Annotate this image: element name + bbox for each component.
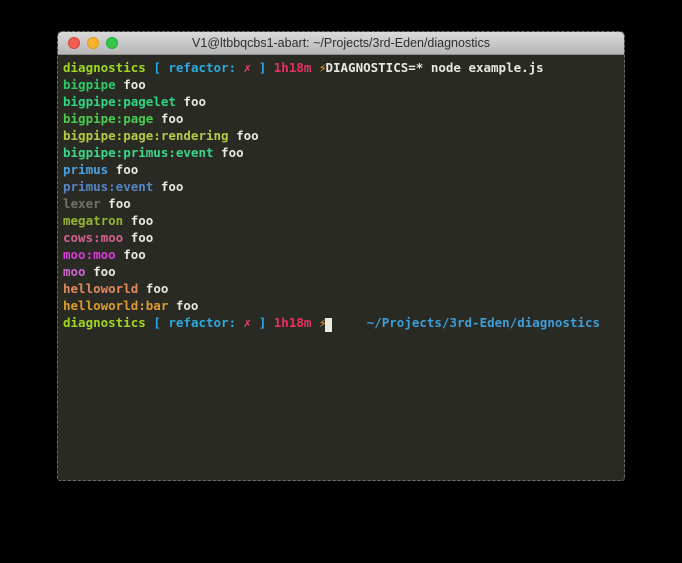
text-segment: ]	[251, 315, 266, 330]
terminal-output[interactable]: diagnostics [ refactor: ✗ ] 1h18m ⚡ DIAGN…	[58, 55, 624, 480]
line-text: helloworld foo	[63, 280, 168, 297]
text-segment: foo	[123, 213, 153, 228]
line-text: megatron foo	[63, 212, 153, 229]
terminal-line: helloworld:bar foo	[63, 297, 619, 314]
text-segment: foo	[123, 230, 153, 245]
line-text: primus:event foo	[63, 178, 183, 195]
text-segment: bigpipe:page:rendering	[63, 128, 229, 143]
text-segment: foo	[116, 77, 146, 92]
traffic-lights	[68, 32, 118, 54]
text-segment: foo	[214, 145, 244, 160]
title-bar[interactable]: V1@ltbbqcbs1-abart: ~/Projects/3rd-Eden/…	[58, 32, 624, 55]
text-segment: [ refactor:	[153, 315, 243, 330]
text-segment: helloworld:bar	[63, 298, 168, 313]
text-segment: foo	[116, 247, 146, 262]
text-segment	[311, 60, 319, 75]
line-text: bigpipe:pagelet foo	[63, 93, 206, 110]
text-segment	[311, 315, 319, 330]
text-segment: cows:moo	[63, 230, 123, 245]
text-segment: [ refactor:	[153, 60, 243, 75]
text-segment: foo	[229, 128, 259, 143]
text-segment: bigpipe	[63, 77, 116, 92]
text-segment: moo	[63, 264, 86, 279]
line-text: moo foo	[63, 263, 116, 280]
terminal-line: bigpipe:page:rendering foo	[63, 127, 619, 144]
terminal-line: bigpipe:page foo	[63, 110, 619, 127]
line-text: bigpipe:page:rendering foo	[63, 127, 259, 144]
cursor	[325, 318, 332, 332]
text-segment: foo	[108, 162, 138, 177]
terminal-line: lexer foo	[63, 195, 619, 212]
minimize-button[interactable]	[87, 37, 99, 49]
text-segment	[266, 60, 274, 75]
text-segment: 1h18m	[274, 60, 312, 75]
window-title: V1@ltbbqcbs1-abart: ~/Projects/3rd-Eden/…	[58, 36, 624, 50]
terminal-line: primus:event foo	[63, 178, 619, 195]
text-segment: lexer	[63, 196, 101, 211]
text-segment: moo:moo	[63, 247, 116, 262]
terminal-line: primus foo	[63, 161, 619, 178]
terminal-line: bigpipe:pagelet foo	[63, 93, 619, 110]
terminal-window: V1@ltbbqcbs1-abart: ~/Projects/3rd-Eden/…	[57, 31, 625, 481]
text-segment: 1h18m	[274, 315, 312, 330]
terminal-line: cows:moo foo	[63, 229, 619, 246]
text-segment: primus	[63, 162, 108, 177]
terminal-line: bigpipe foo	[63, 76, 619, 93]
text-segment: foo	[168, 298, 198, 313]
text-segment: helloworld	[63, 281, 138, 296]
text-segment: DIAGNOSTICS=* node example.js	[325, 60, 543, 75]
text-segment	[266, 315, 274, 330]
text-segment: foo	[153, 179, 183, 194]
line-text: bigpipe:page foo	[63, 110, 183, 127]
text-segment: foo	[101, 196, 131, 211]
terminal-line: moo:moo foo	[63, 246, 619, 263]
line-text: diagnostics [ refactor: ✗ ] 1h18m ⚡	[63, 314, 332, 331]
line-text: helloworld:bar foo	[63, 297, 198, 314]
terminal-line: helloworld foo	[63, 280, 619, 297]
terminal-line: megatron foo	[63, 212, 619, 229]
terminal-line: diagnostics [ refactor: ✗ ] 1h18m ⚡DIAGN…	[63, 59, 619, 76]
text-segment: foo	[153, 111, 183, 126]
zoom-button[interactable]	[106, 37, 118, 49]
line-text: lexer foo	[63, 195, 131, 212]
line-text: bigpipe:primus:event foo	[63, 144, 244, 161]
line-text: primus foo	[63, 161, 138, 178]
text-segment: bigpipe:primus:event	[63, 145, 214, 160]
working-directory-path: ~/Projects/3rd-Eden/diagnostics	[367, 314, 619, 331]
text-segment: bigpipe:pagelet	[63, 94, 176, 109]
terminal-line: moo foo	[63, 263, 619, 280]
text-segment: diagnostics	[63, 60, 146, 75]
text-segment: foo	[138, 281, 168, 296]
line-text: moo:moo foo	[63, 246, 146, 263]
text-segment: ]	[251, 60, 266, 75]
text-segment: foo	[86, 264, 116, 279]
terminal-line: diagnostics [ refactor: ✗ ] 1h18m ⚡ ~/Pro…	[63, 314, 619, 331]
terminal-line: bigpipe:primus:event foo	[63, 144, 619, 161]
line-text: cows:moo foo	[63, 229, 153, 246]
text-segment: primus:event	[63, 179, 153, 194]
text-segment: bigpipe:page	[63, 111, 153, 126]
line-text: diagnostics [ refactor: ✗ ] 1h18m ⚡DIAGN…	[63, 59, 544, 76]
line-text: bigpipe foo	[63, 76, 146, 93]
text-segment: foo	[176, 94, 206, 109]
close-button[interactable]	[68, 37, 80, 49]
text-segment: diagnostics	[63, 315, 146, 330]
text-segment: megatron	[63, 213, 123, 228]
